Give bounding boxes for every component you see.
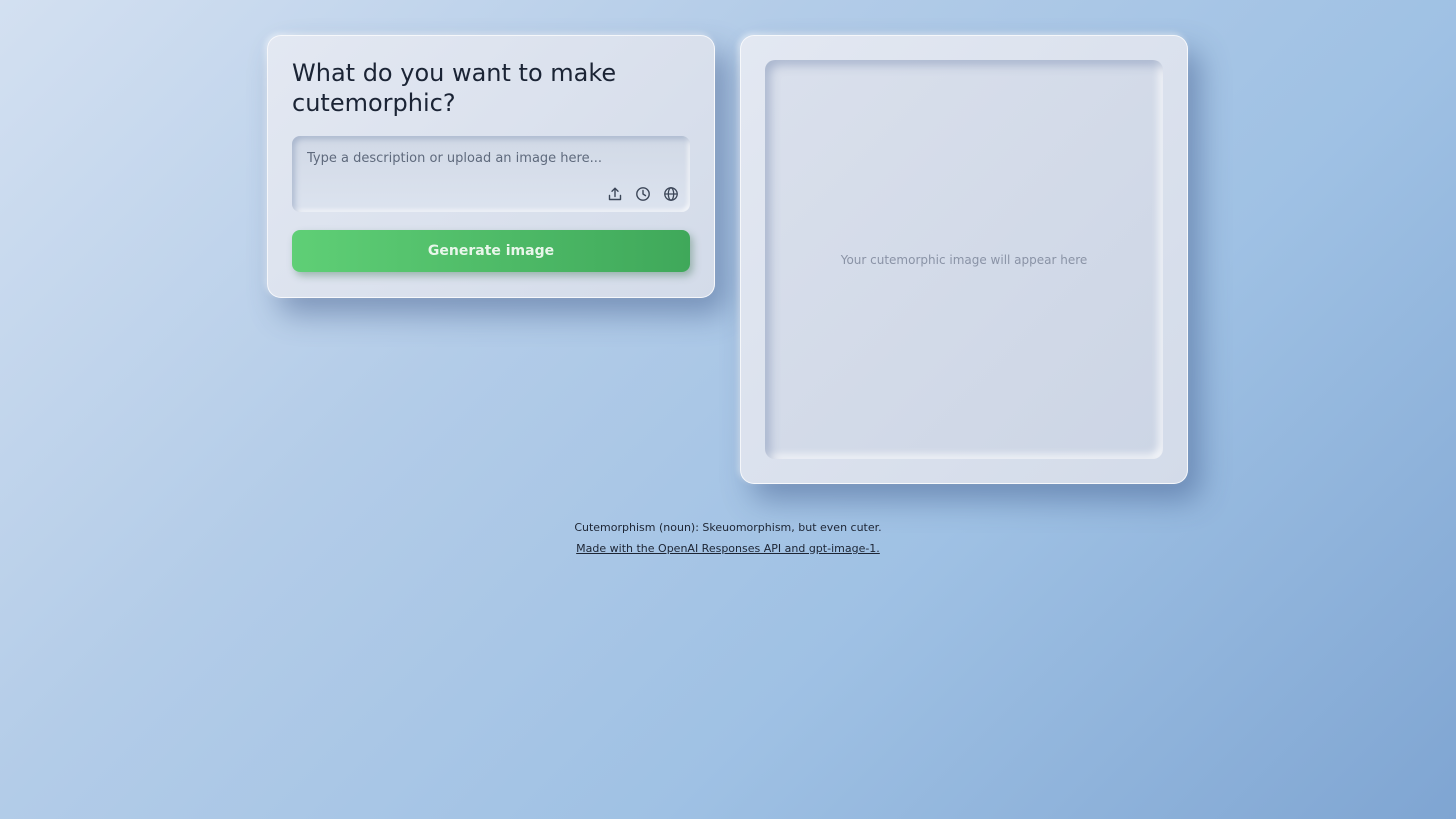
- clock-icon[interactable]: [633, 184, 653, 204]
- footer-credit-link[interactable]: Made with the OpenAI Responses API and g…: [576, 542, 880, 556]
- footer-definition: Cutemorphism (noun): Skeuomorphism, but …: [574, 521, 882, 534]
- prompt-input[interactable]: [292, 136, 690, 180]
- prompt-card: What do you want to make cutemorphic? Ty…: [267, 35, 715, 298]
- upload-icon[interactable]: [605, 184, 625, 204]
- image-preview-area: Your cutemorphic image will appear here: [765, 60, 1163, 459]
- page-title: What do you want to make cutemorphic?: [292, 59, 617, 117]
- prompt-box: [292, 136, 690, 212]
- footer: Cutemorphism (noun): Skeuomorphism, but …: [0, 521, 1456, 556]
- preview-card: Your cutemorphic image will appear here: [740, 35, 1188, 484]
- preview-placeholder-text: Your cutemorphic image will appear here: [840, 252, 1088, 267]
- generate-image-button[interactable]: Generate image: [292, 230, 690, 272]
- globe-icon[interactable]: [661, 184, 681, 204]
- prompt-toolbar: [605, 184, 681, 204]
